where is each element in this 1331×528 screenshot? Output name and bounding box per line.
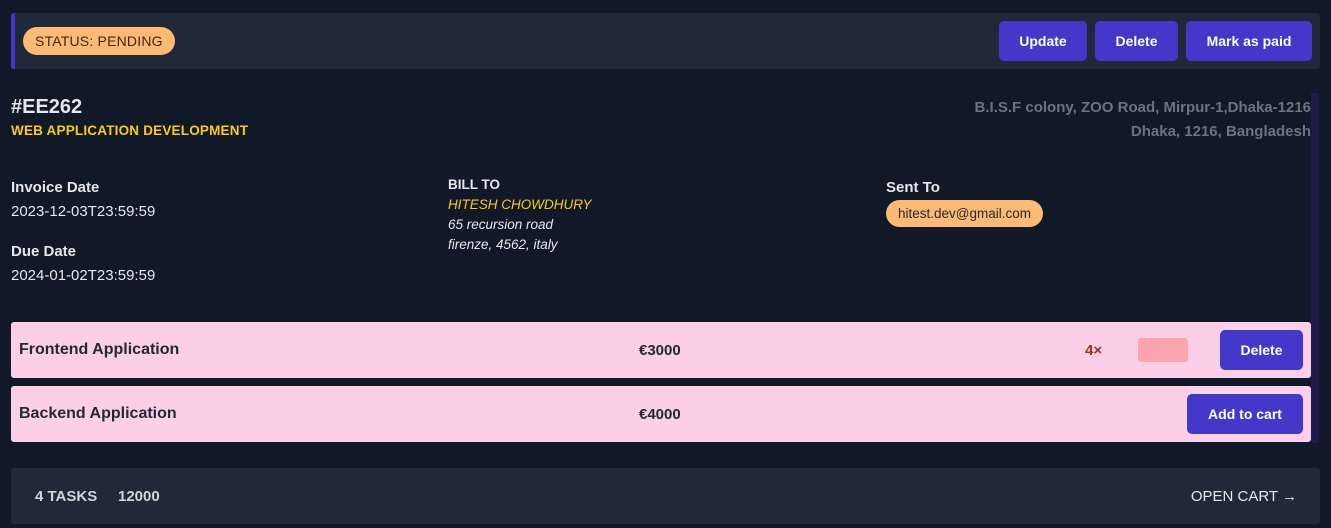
update-button[interactable]: Update [999, 21, 1087, 61]
mark-as-paid-button[interactable]: Mark as paid [1186, 21, 1312, 61]
item-name: Backend Application [19, 405, 177, 422]
cart-total: 12000 [118, 488, 160, 505]
scrollbar[interactable] [1311, 93, 1319, 443]
sender-address-line2: Dhaka, 1216, Bangladesh [1130, 123, 1311, 140]
list-item: Backend Application €4000 Add to cart [11, 386, 1311, 442]
bill-to-address-line2: firenze, 4562, italy [448, 237, 558, 252]
sender-address-line1: B.I.S.F colony, ZOO Road, Mirpur-1,Dhaka… [974, 99, 1311, 116]
list-item: Frontend Application €3000 4× Delete [11, 322, 1311, 378]
invoice-id: #EE262 [11, 96, 83, 118]
bill-to-label: BILL TO [448, 177, 501, 192]
due-date-label: Due Date [11, 243, 77, 260]
invoice-title: WEB APPLICATION DEVELOPMENT [11, 123, 249, 138]
invoice-date-label: Invoice Date [11, 179, 100, 196]
invoice-date-value: 2023-12-03T23:59:59 [11, 203, 156, 220]
sent-to-email: hitest.dev@gmail.com [886, 200, 1044, 227]
item-name: Frontend Application [19, 341, 180, 358]
sent-to-label: Sent To [886, 179, 940, 196]
status-badge: STATUS: PENDING [23, 27, 175, 55]
due-date-value: 2024-01-02T23:59:59 [11, 267, 156, 284]
status-bar: STATUS: PENDING Update Delete Mark as pa… [11, 13, 1320, 69]
bill-to-name: HITESH CHOWDHURY [448, 197, 592, 212]
item-price: €4000 [639, 406, 681, 423]
cart-summary-bar: 4 TASKS 12000 OPEN CART → [11, 468, 1320, 524]
open-cart-link[interactable]: OPEN CART → [1191, 488, 1297, 505]
quantity-input[interactable] [1138, 338, 1188, 362]
add-to-cart-button[interactable]: Add to cart [1187, 394, 1303, 434]
item-quantity: 4× [1085, 342, 1103, 359]
task-count: 4 TASKS [35, 488, 98, 505]
delete-item-button[interactable]: Delete [1220, 330, 1303, 370]
item-price: €3000 [639, 342, 681, 359]
bill-to-address-line1: 65 recursion road [448, 217, 554, 232]
delete-invoice-button[interactable]: Delete [1095, 21, 1178, 61]
